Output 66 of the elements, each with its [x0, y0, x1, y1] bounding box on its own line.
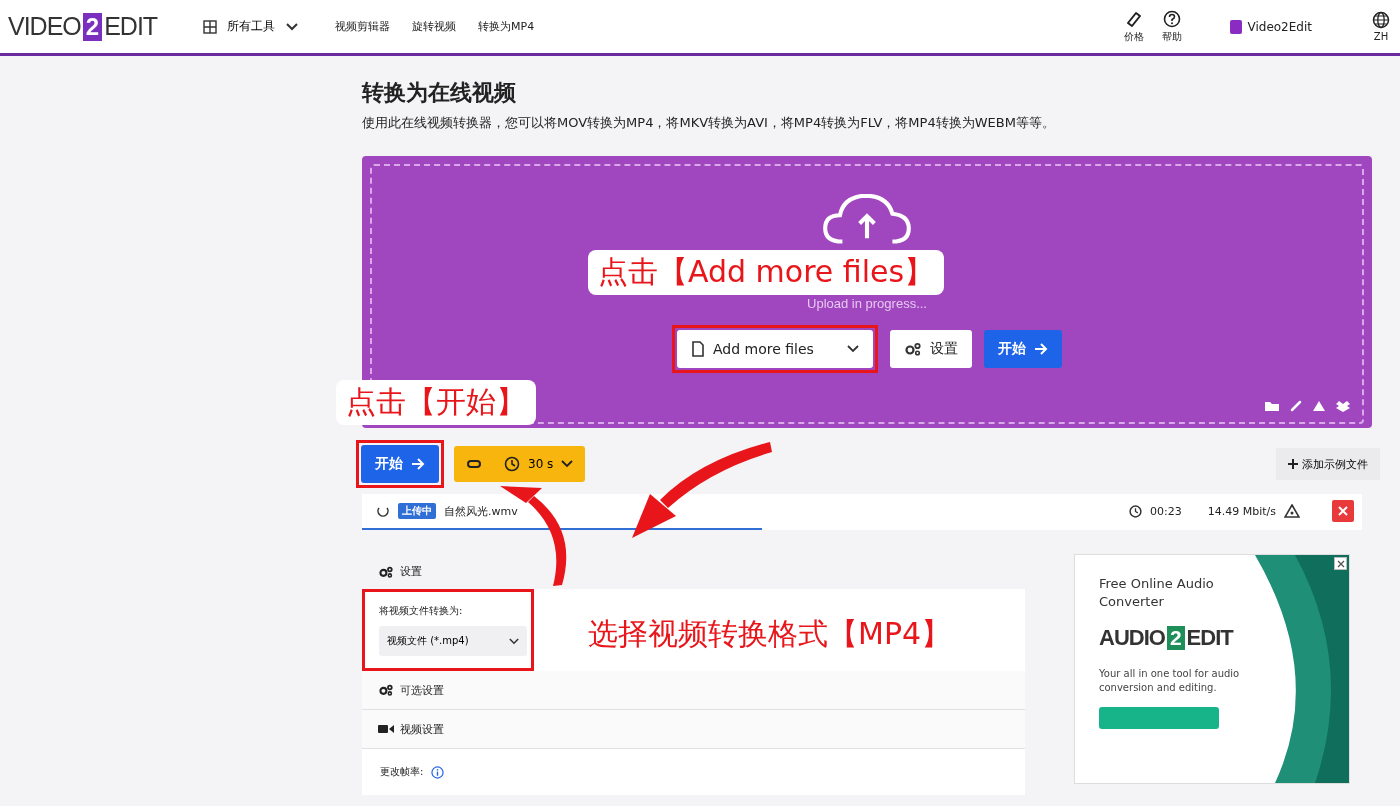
cloud-upload-icon	[822, 194, 912, 244]
info-icon	[431, 765, 445, 779]
ad-button[interactable]	[1099, 707, 1219, 730]
help-icon	[1162, 9, 1181, 28]
nav-link[interactable]: 视频剪辑器	[335, 19, 391, 34]
app-logo-icon	[1229, 19, 1242, 34]
field-label: 将视频文件转换为:	[379, 604, 464, 618]
globe-icon	[1372, 11, 1390, 29]
ad-headline: Free Online Audio Converter	[1099, 575, 1215, 612]
close-button[interactable]	[1332, 500, 1354, 522]
arrow-right-icon	[1034, 343, 1048, 355]
annotation-callout: 点击【开始】	[336, 380, 536, 425]
logo-text: AUDIO	[1099, 625, 1165, 652]
start-button[interactable]: 开始	[984, 330, 1062, 368]
tag-icon	[1124, 9, 1143, 28]
logo-mark: 2	[1166, 626, 1185, 651]
header-link[interactable]: 价格	[1123, 9, 1144, 44]
elapsed-time: 00:23	[1150, 504, 1182, 518]
header-link[interactable]: 帮助	[1161, 9, 1182, 44]
gears-icon	[378, 565, 394, 578]
logo-text: VIDEO	[8, 12, 81, 41]
close-icon	[1336, 559, 1345, 568]
upload-status: Upload in progress...	[807, 296, 927, 311]
chevron-icon	[285, 21, 300, 32]
add-files-dropdown[interactable]: Add more files	[677, 330, 873, 368]
triangle-icon	[1284, 504, 1300, 518]
settings-section[interactable]: 可选设置	[362, 671, 1025, 710]
video-camera-icon	[378, 723, 394, 735]
logo-mark: 2	[82, 12, 103, 41]
plus-icon	[1288, 459, 1298, 469]
settings-section[interactable]: 视频设置	[362, 710, 1025, 749]
clock-icon	[504, 456, 520, 472]
nav-link[interactable]: 旋转视频	[412, 19, 457, 34]
clock-icon	[1129, 504, 1142, 518]
arrow-right-icon	[411, 458, 425, 470]
gears-icon	[378, 684, 394, 696]
timer-dropdown[interactable]: 30 s	[454, 446, 586, 482]
close-icon	[1338, 506, 1348, 516]
grid-icon	[203, 19, 218, 34]
field-label: 更改帧率:	[380, 765, 424, 779]
upload-speed: 14.49 Mbit/s	[1207, 504, 1276, 518]
close-button[interactable]	[1334, 557, 1347, 570]
file-icon	[691, 341, 705, 357]
nav-link[interactable]: 转换为MP4	[478, 19, 535, 34]
file-name: 自然风光.wmv	[444, 503, 518, 519]
account-link[interactable]: Video2Edit	[1229, 19, 1312, 34]
settings-heading: 设置	[400, 564, 422, 579]
folder-icon	[1264, 400, 1280, 412]
chevron-icon	[847, 345, 859, 353]
logo-text: EDIT	[104, 12, 158, 41]
chevron-icon	[561, 460, 574, 468]
ad-text: Your all in one tool for audio conversion and editing.	[1099, 667, 1241, 696]
tools-menu[interactable]: 所有工具	[197, 17, 306, 36]
gears-icon	[904, 342, 922, 356]
language-link[interactable]: ZH	[1372, 11, 1390, 42]
format-select[interactable]: 视频文件 (*.mp4)	[379, 626, 527, 656]
annotation-callout: 点击【Add more files】	[588, 250, 945, 295]
page-description: 使用此在线视频转换器，您可以将MOV转换为MP4，将MKV转换为AVI，将MP4转换为FLV，将MP4转换为WEBM等等。	[362, 114, 1056, 132]
status-badge: 上传中	[398, 503, 436, 519]
chevron-icon	[509, 637, 519, 645]
logo-text: EDIT	[1186, 625, 1233, 652]
settings-button[interactable]: 设置	[890, 330, 972, 368]
page-title: 转换为在线视频	[362, 79, 517, 107]
ad-banner[interactable]: Free Online Audio Converter AUDIO 2 EDIT Your all in one tool for audio conversion and editing.	[1074, 554, 1350, 784]
start-button[interactable]: 开始	[361, 445, 439, 483]
add-sample-button[interactable]: 添加示例文件	[1276, 448, 1380, 480]
